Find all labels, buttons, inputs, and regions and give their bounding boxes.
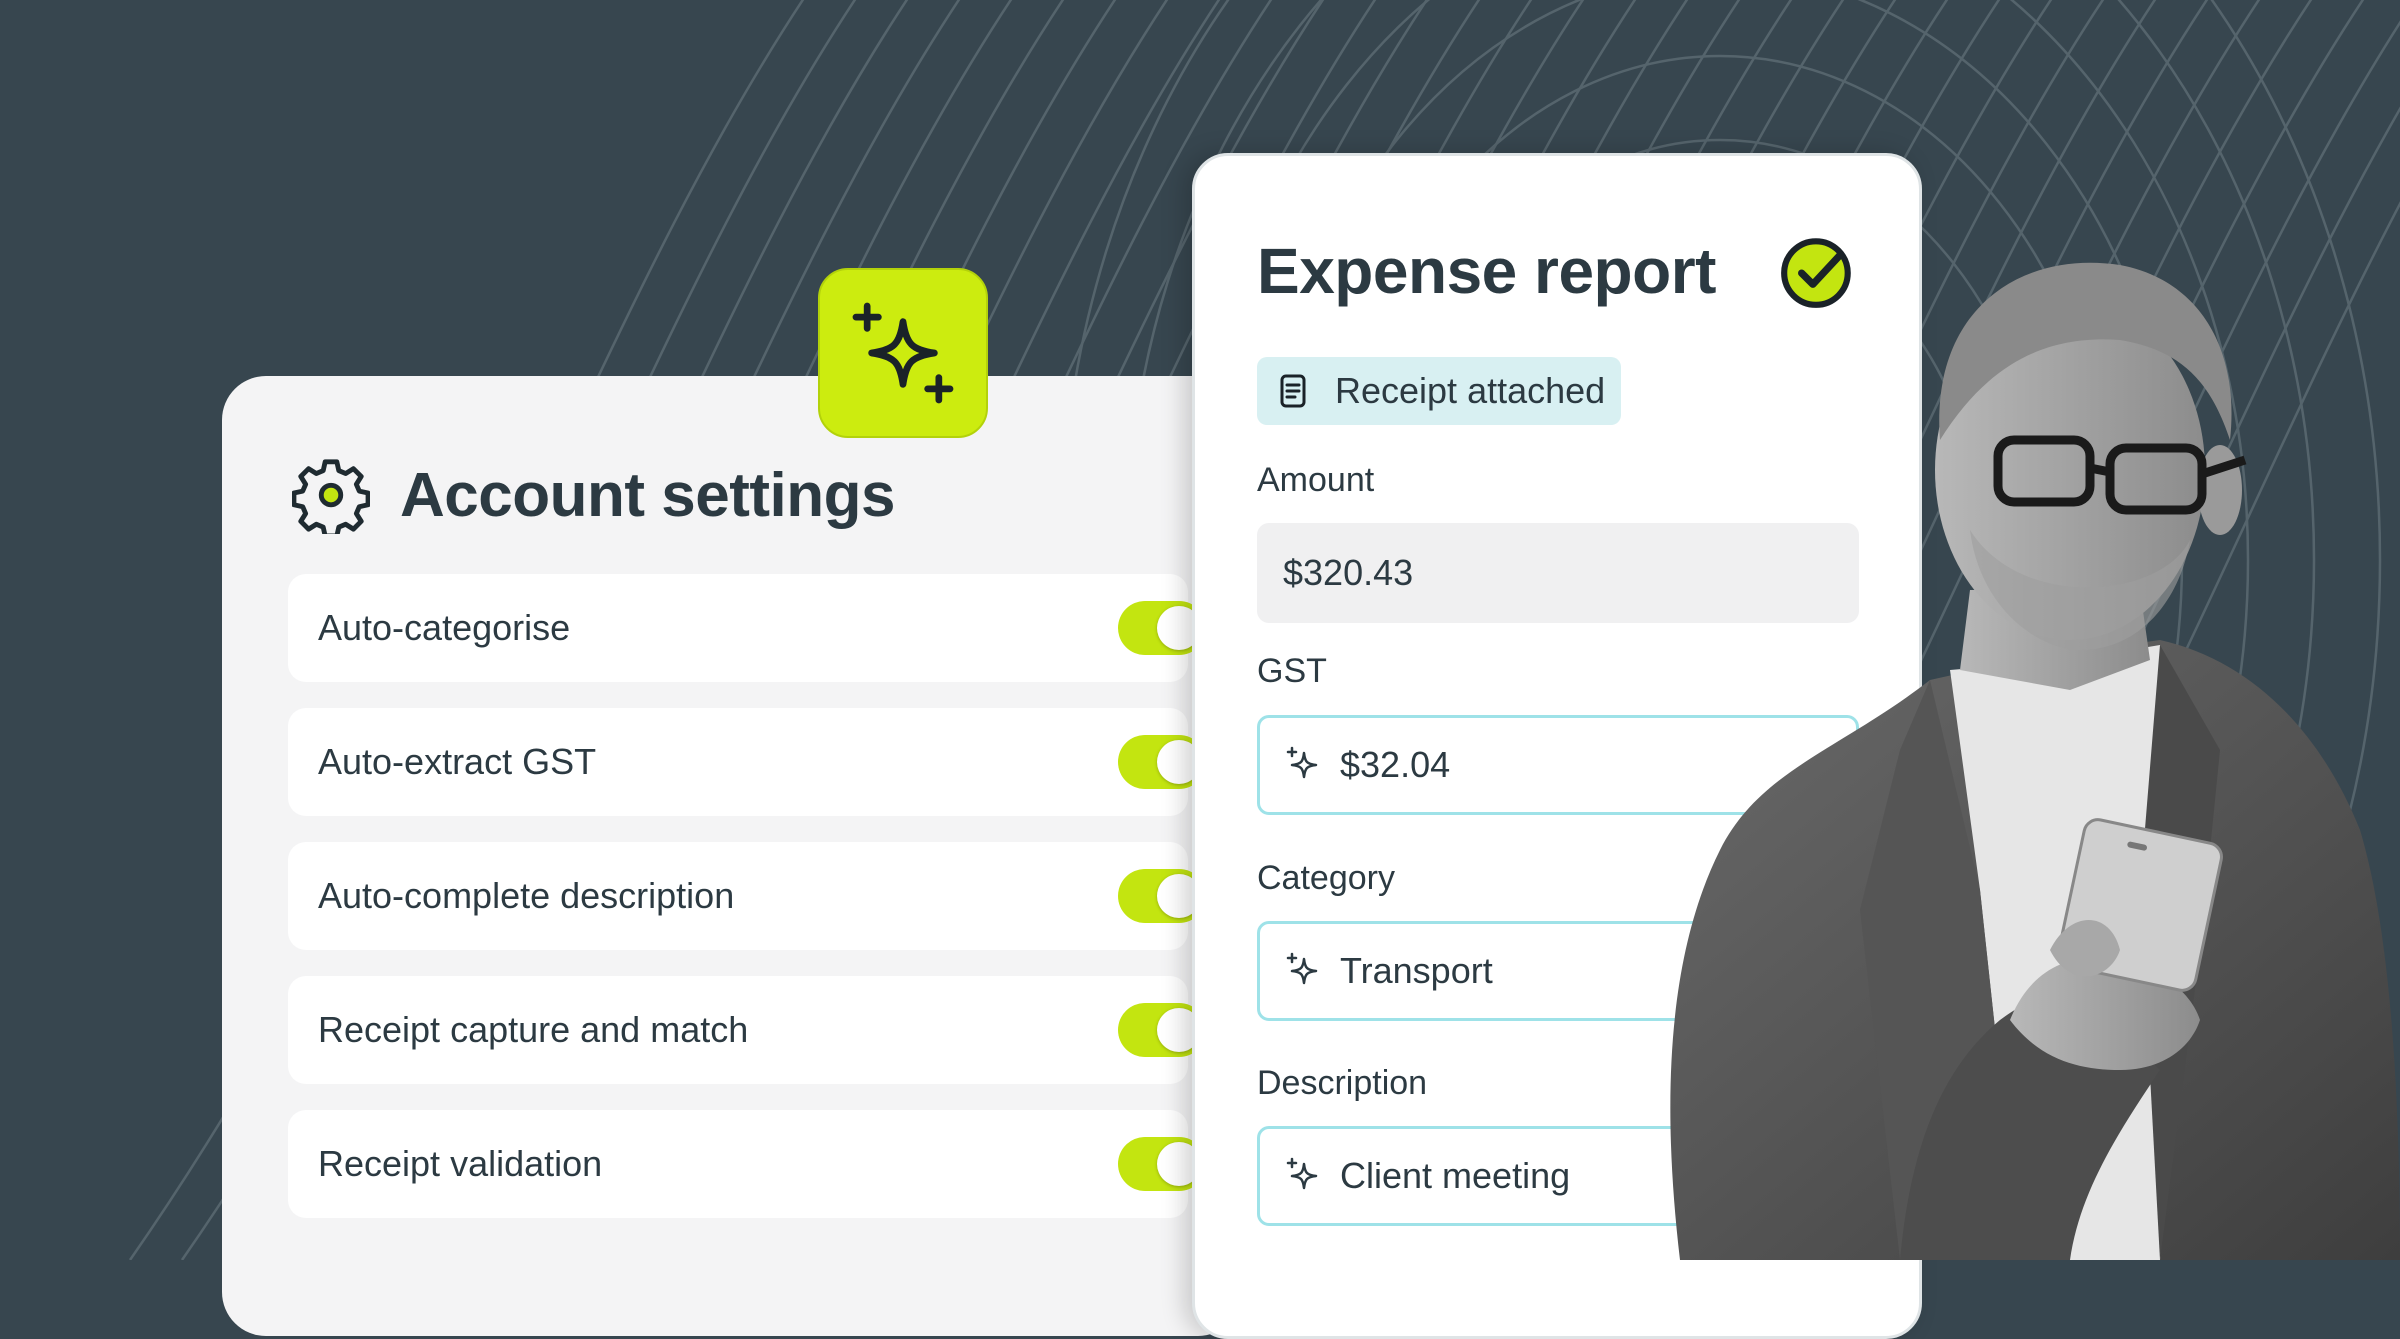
category-label: Category [1257, 859, 1395, 897]
setting-row-receipt-validation: Receipt validation [288, 1110, 1206, 1218]
setting-label: Auto-categorise [318, 607, 571, 648]
setting-row-auto-extract-gst: Auto-extract GST [288, 708, 1206, 816]
amount-label: Amount [1257, 461, 1375, 499]
ai-sparkle-icon [1286, 1157, 1318, 1190]
person-photo [1670, 262, 2400, 1260]
setting-label: Auto-complete description [318, 875, 735, 916]
gst-label: GST [1257, 652, 1327, 690]
setting-row-receipt-capture: Receipt capture and match [288, 976, 1206, 1084]
ai-sparkle-icon [1286, 952, 1318, 985]
sparkle-icon [852, 302, 954, 404]
receipt-status-chip: Receipt attached [1257, 357, 1622, 425]
settings-header: Account settings [292, 456, 895, 534]
ai-sparkle-icon [1286, 746, 1318, 779]
receipt-icon [1280, 374, 1306, 408]
setting-label: Auto-extract GST [318, 741, 597, 782]
account-settings-panel: Account settings Auto-categorise Auto-ex… [222, 376, 1242, 1336]
description-value: Client meeting [1340, 1155, 1571, 1196]
gear-icon [292, 459, 370, 534]
category-value: Transport [1340, 950, 1493, 991]
ai-sparkle-badge [818, 268, 988, 438]
receipt-status-label: Receipt attached [1335, 370, 1606, 411]
gst-value: $32.04 [1340, 744, 1451, 785]
setting-label: Receipt capture and match [318, 1009, 749, 1050]
setting-row-auto-categorise: Auto-categorise [288, 574, 1206, 682]
amount-value: $320.43 [1283, 552, 1414, 593]
setting-label: Receipt validation [318, 1143, 603, 1184]
settings-title: Account settings [400, 460, 895, 530]
setting-row-auto-complete-description: Auto-complete description [288, 842, 1206, 950]
description-label: Description [1257, 1064, 1428, 1102]
